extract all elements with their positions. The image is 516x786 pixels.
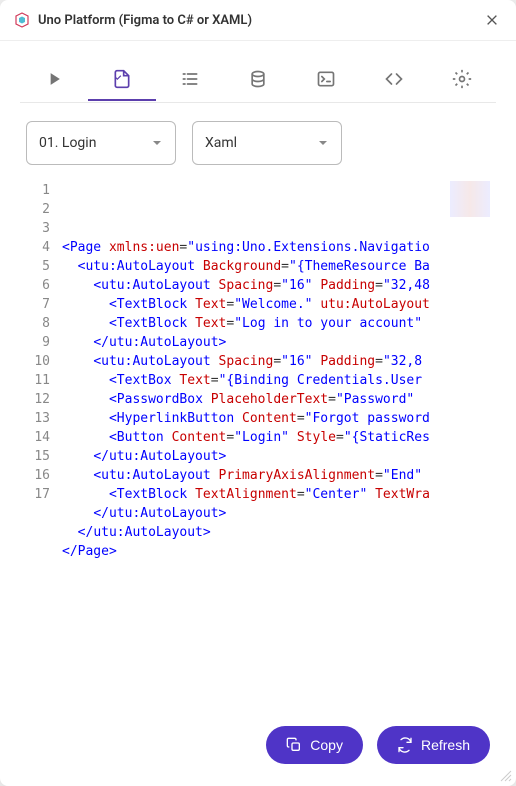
copy-button[interactable]: Copy [266, 726, 363, 764]
language-dropdown-label: Xaml [205, 135, 317, 151]
language-dropdown[interactable]: Xaml [192, 121, 342, 165]
page-dropdown[interactable]: 01. Login [26, 121, 176, 165]
tab-terminal[interactable] [292, 59, 360, 101]
plugin-window: Uno Platform (Figma to C# or XAML) [0, 0, 516, 786]
code-content[interactable]: <Page xmlns:uen="using:Uno.Extensions.Na… [56, 177, 490, 700]
refresh-button-label: Refresh [421, 737, 470, 753]
footer: Copy Refresh [0, 712, 516, 786]
copy-icon [286, 737, 302, 753]
tab-code[interactable] [360, 59, 428, 101]
chevron-down-icon [151, 137, 163, 149]
tab-preview[interactable] [20, 59, 88, 101]
tabbar [0, 41, 516, 102]
line-gutter: 1234567891011121314151617 [26, 177, 56, 700]
page-dropdown-label: 01. Login [39, 135, 151, 151]
refresh-button[interactable]: Refresh [377, 726, 490, 764]
window-title: Uno Platform (Figma to C# or XAML) [38, 13, 482, 28]
tab-export[interactable] [88, 59, 156, 101]
close-button[interactable] [482, 10, 502, 30]
tab-data[interactable] [224, 59, 292, 101]
resize-handle[interactable] [500, 770, 512, 782]
code-editor[interactable]: 1234567891011121314151617 <Page xmlns:ue… [26, 177, 490, 700]
refresh-icon [397, 737, 413, 753]
minimap[interactable] [450, 181, 490, 217]
uno-logo-icon [14, 12, 30, 28]
tab-list[interactable] [156, 59, 224, 101]
tab-settings[interactable] [428, 59, 496, 101]
chevron-down-icon [317, 137, 329, 149]
copy-button-label: Copy [310, 737, 343, 753]
titlebar: Uno Platform (Figma to C# or XAML) [0, 0, 516, 41]
dropdown-row: 01. Login Xaml [0, 103, 516, 177]
